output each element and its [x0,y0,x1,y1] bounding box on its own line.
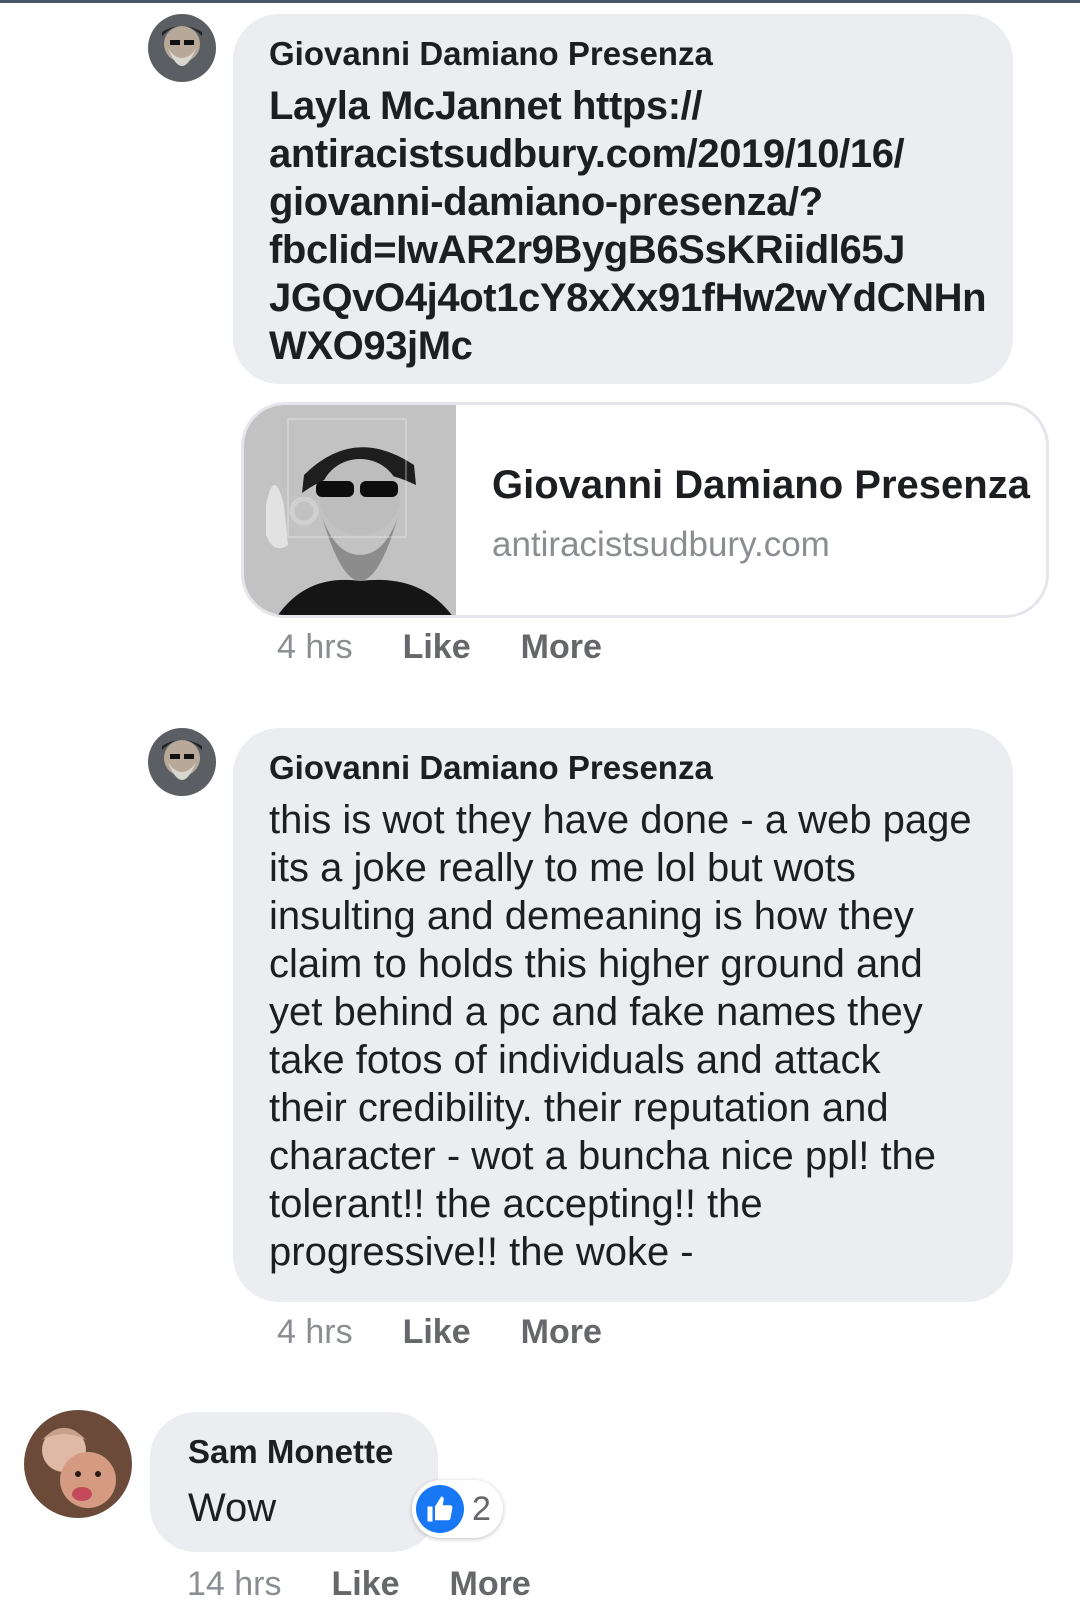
like-button[interactable]: Like [332,1565,400,1604]
avatar-giovanni[interactable] [148,728,216,796]
more-button[interactable]: More [450,1565,531,1604]
avatar-image [24,1410,132,1518]
comment-timestamp[interactable]: 4 hrs [277,628,353,667]
top-divider [0,0,1080,3]
avatar-giovanni[interactable] [148,14,216,82]
comment-text[interactable]: this is wot they have done - a web page … [269,796,983,1276]
comment-actions-1: 4 hrs Like More [277,628,652,667]
comment-text[interactable]: Layla McJannet https:// antiracistsudbur… [269,82,987,370]
comment-author[interactable]: Giovanni Damiano Presenza [269,748,983,788]
comment-bubble-3: Sam Monette Wow [150,1412,438,1552]
comment-author[interactable]: Giovanni Damiano Presenza [269,34,983,74]
comment-timestamp[interactable]: 14 hrs [187,1565,282,1604]
comment-bubble-1: Giovanni Damiano Presenza Layla McJannet… [233,14,1013,384]
like-button[interactable]: Like [403,628,471,667]
link-preview-domain: antiracistsudbury.com [492,525,830,564]
avatar-image [148,728,216,796]
comment-author[interactable]: Sam Monette [188,1432,414,1472]
comment-actions-3: 14 hrs Like More [187,1565,581,1604]
more-button[interactable]: More [521,1313,602,1352]
link-preview-title: Giovanni Damiano Presenza [492,463,1030,507]
reaction-count: 2 [472,1489,491,1528]
more-button[interactable]: More [521,628,602,667]
avatar-image [148,14,216,82]
like-button[interactable]: Like [403,1313,471,1352]
thumbs-up-icon [416,1485,464,1533]
comment-timestamp[interactable]: 4 hrs [277,1313,353,1352]
reaction-summary[interactable]: 2 [412,1480,503,1538]
comment-actions-2: 4 hrs Like More [277,1313,652,1352]
avatar-sam-monette[interactable] [24,1410,132,1518]
link-preview-thumbnail [244,405,456,615]
link-preview-card[interactable]: Giovanni Damiano Presenza antiracistsudb… [241,402,1049,618]
comment-text[interactable]: Wow [188,1484,414,1532]
comment-bubble-2: Giovanni Damiano Presenza this is wot th… [233,728,1013,1302]
